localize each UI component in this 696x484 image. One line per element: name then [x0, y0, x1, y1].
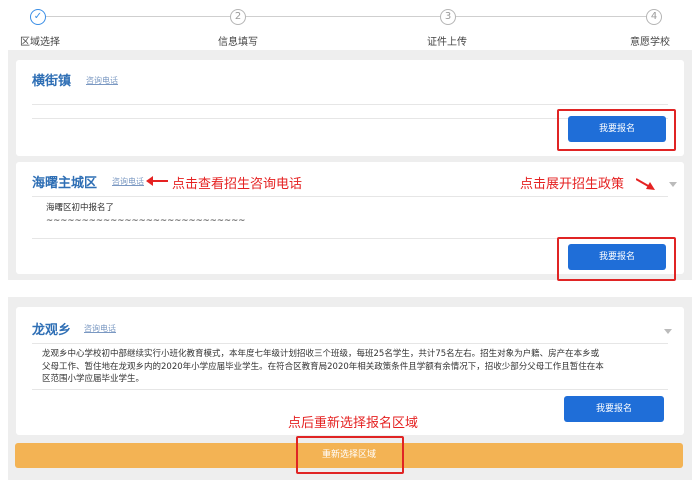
step-2-label: 信息填写 [218, 37, 258, 48]
step-4-indicator: 4 [646, 9, 662, 25]
divider [32, 104, 668, 105]
region-title: 海曙主城区 [32, 176, 98, 191]
arrow-left-icon [146, 176, 168, 186]
step-3-indicator: 3 [440, 9, 456, 25]
consult-phone-link[interactable]: 咨询电话 [112, 176, 144, 187]
policy-line: 父母工作、暂住地在龙观乡内的2020年小学应届毕业学生。在符合区教育局2020年… [42, 361, 604, 372]
divider [32, 196, 668, 197]
chevron-down-icon[interactable] [669, 182, 677, 187]
policy-line: ~~~~~~~~~~~~~~~~~~~~~~~~~~~~ [46, 215, 246, 226]
region-title: 龙观乡 [32, 323, 72, 338]
step-1-label: 区域选择 [20, 37, 60, 48]
region-policy-text: 龙观乡中心学校初中部继续实行小班化教育模式，本年度七年级计划招收三个班级，每班2… [42, 348, 672, 386]
divider [32, 389, 668, 390]
highlight-box [296, 436, 404, 474]
progress-stepper: ✓ 2 3 4 区域选择 信息填写 证件上传 意愿学校 [0, 0, 696, 50]
annotation-reselect-hint: 点后重新选择报名区域 [288, 416, 419, 431]
region-card-hengjie: 横街镇 咨询电话 我要报名 [16, 60, 684, 156]
annotation-expand-policy: 点击展开招生政策 [520, 177, 625, 192]
chevron-down-icon[interactable] [664, 329, 672, 334]
region-title: 横街镇 [32, 74, 72, 89]
step-1-check-icon[interactable]: ✓ [30, 9, 46, 25]
divider [32, 343, 668, 344]
stepper-line [246, 16, 440, 17]
step-3-label: 证件上传 [427, 37, 467, 48]
policy-line: 区范围小学应届毕业学生。 [42, 374, 145, 384]
annotation-view-phone: 点击查看招生咨询电话 [172, 177, 303, 192]
policy-line: 龙观乡中心学校初中部继续实行小班化教育模式，本年度七年级计划招收三个班级，每班2… [42, 349, 600, 359]
stepper-line [456, 16, 646, 17]
region-panel-top: 横街镇 咨询电话 我要报名 海曙主城区 咨询电话 海曙区初中报名了 ~~~~~~… [8, 50, 692, 281]
policy-line: 海曙区初中报名了 [46, 203, 115, 213]
highlight-box [557, 237, 676, 281]
step-2-indicator: 2 [230, 9, 246, 25]
region-policy-text: 海曙区初中报名了 ~~~~~~~~~~~~~~~~~~~~~~~~~~~~ [46, 202, 646, 227]
arrow-down-right-icon [636, 178, 655, 190]
highlight-box [557, 109, 676, 151]
apply-button[interactable]: 我要报名 [564, 396, 664, 422]
consult-phone-link[interactable]: 咨询电话 [86, 75, 118, 86]
step-4-label: 意愿学校 [630, 37, 670, 48]
stepper-line [46, 16, 230, 17]
consult-phone-link[interactable]: 咨询电话 [84, 323, 116, 334]
